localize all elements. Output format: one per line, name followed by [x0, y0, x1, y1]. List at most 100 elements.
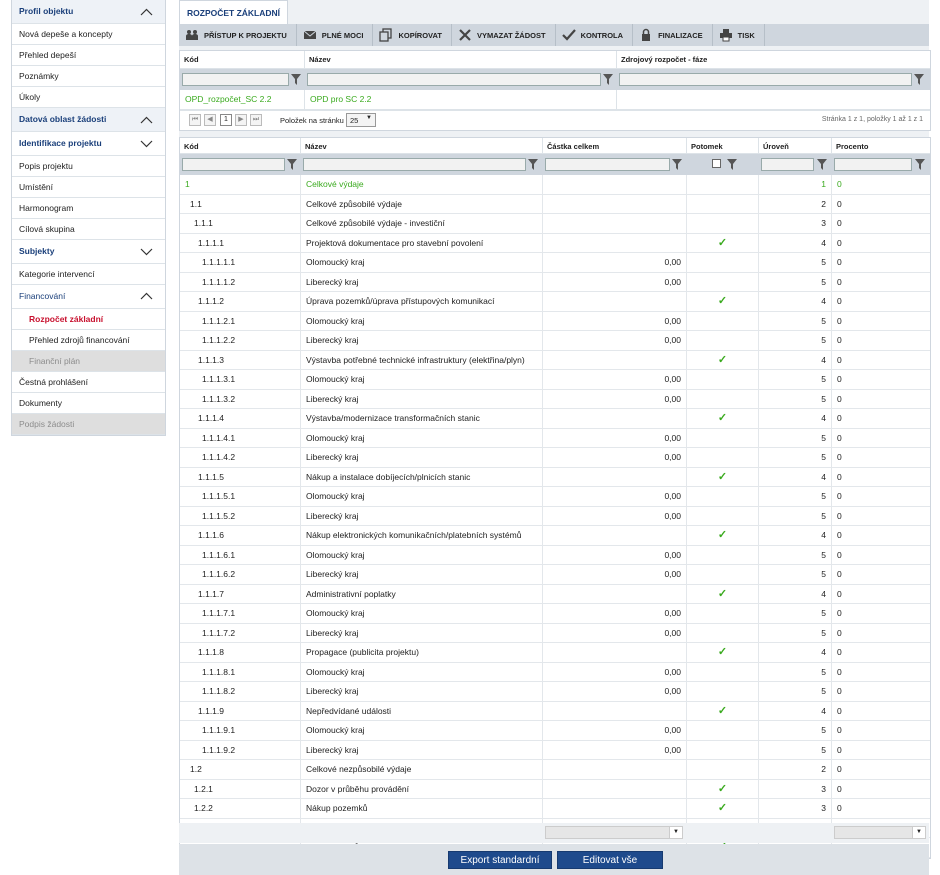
- chevron-down-icon[interactable]: [140, 248, 153, 256]
- tab-rozpocet-zakladni[interactable]: ROZPOČET ZÁKLADNÍ: [179, 0, 289, 25]
- table-row[interactable]: 1.2 Celkové nezpůsobilé výdaje 2 0: [180, 760, 930, 780]
- column-header-faze[interactable]: Zdrojový rozpočet - fáze: [617, 51, 928, 68]
- table-row[interactable]: 1.1.1.6.2 Liberecký kraj 0,00 5 0: [180, 565, 930, 585]
- table-row[interactable]: 1.1 Celkové způsobilé výdaje 2 0: [180, 194, 930, 214]
- pln-moci-button[interactable]: PLNÉ MOCI: [297, 24, 374, 46]
- filter-input-kod[interactable]: [182, 73, 289, 86]
- sidebar-item-subjekty[interactable]: Subjekty: [12, 240, 165, 264]
- column-header-nazev[interactable]: Název: [301, 138, 543, 153]
- table-row[interactable]: 1.1.1.4 Výstavba/modernizace transformačn…: [180, 409, 930, 429]
- table-row[interactable]: 1.1.1.3.1 Olomoucký kraj 0,00 5 0: [180, 370, 930, 390]
- sidebar-item-pozn-mky[interactable]: Poznámky: [12, 66, 165, 87]
- filter-icon[interactable]: [727, 159, 737, 170]
- filter-input-uroven[interactable]: [761, 158, 814, 171]
- last-page-icon[interactable]: ⏭: [250, 114, 262, 126]
- sidebar-item-um-st-n-[interactable]: Umístění: [12, 177, 165, 198]
- table-row[interactable]: 1.1.1.6.1 Olomoucký kraj 0,00 5 0: [180, 545, 930, 565]
- table-row[interactable]: 1.1.1.5 Nákup a instalace dobíjecích/plni…: [180, 467, 930, 487]
- sidebar-item-datov-oblast-dosti[interactable]: Datová oblast žádosti: [12, 108, 165, 132]
- column-header-kod[interactable]: Kód: [180, 51, 305, 68]
- filter-input-kod[interactable]: [182, 158, 285, 171]
- kop-rovat-button[interactable]: KOPÍROVAT: [373, 24, 452, 46]
- table-row[interactable]: 1.1.1.3 Výstavba potřebné technické infra…: [180, 350, 930, 370]
- filter-icon[interactable]: [291, 74, 301, 85]
- sidebar-item-financov-n-[interactable]: Financování: [12, 285, 165, 309]
- table-row[interactable]: 1.1.1.9.2 Liberecký kraj 0,00 5 0: [180, 740, 930, 760]
- filter-input-procento[interactable]: [834, 158, 912, 171]
- prev-page-icon[interactable]: ◀: [204, 114, 216, 126]
- column-header-kod[interactable]: Kód: [180, 138, 301, 153]
- table-row[interactable]: 1.1.1.1 Projektová dokumentace pro staveb…: [180, 233, 930, 253]
- sidebar-item-popis-projektu[interactable]: Popis projektu: [12, 156, 165, 177]
- tisk-button[interactable]: TISK: [713, 24, 765, 46]
- table-row[interactable]: 1.1.1.2 Úprava pozemků/úprava přístupovýc…: [180, 292, 930, 312]
- table-row[interactable]: 1.1.1.7 Administrativní poplatky ✓ 4 0: [180, 584, 930, 604]
- table-row[interactable]: 1.1.1.9.1 Olomoucký kraj 0,00 5 0: [180, 721, 930, 741]
- table-row[interactable]: 1 Celkové výdaje 1 0: [180, 175, 930, 195]
- column-header-nazev[interactable]: Název: [305, 51, 617, 68]
- table-row[interactable]: 1.1.1.7.1 Olomoucký kraj 0,00 5 0: [180, 604, 930, 624]
- finalizace-button[interactable]: FINALIZACE: [633, 24, 713, 46]
- current-page[interactable]: 1: [220, 114, 232, 126]
- chevron-up-icon[interactable]: [140, 8, 153, 16]
- next-page-icon[interactable]: ▶: [235, 114, 247, 126]
- table-row[interactable]: OPD_rozpočet_SC 2.2 OPD pro SC 2.2: [180, 90, 930, 110]
- first-page-icon[interactable]: ⏮: [189, 114, 201, 126]
- table-row[interactable]: 1.1.1.1.2 Liberecký kraj 0,00 5 0: [180, 272, 930, 292]
- chevron-down-icon[interactable]: [140, 140, 153, 148]
- per-page-select[interactable]: 25 ▼: [346, 113, 376, 127]
- sidebar-item-finan-n-pl-n[interactable]: Finanční plán: [12, 351, 165, 372]
- column-header-potomek[interactable]: Potomek: [687, 138, 759, 153]
- table-row[interactable]: 1.1.1.1.1 Olomoucký kraj 0,00 5 0: [180, 253, 930, 273]
- sidebar-item-harmonogram[interactable]: Harmonogram: [12, 198, 165, 219]
- column-header-uroven[interactable]: Úroveň: [759, 138, 832, 153]
- filter-icon[interactable]: [603, 74, 613, 85]
- table-row[interactable]: 1.1.1.2.2 Liberecký kraj 0,00 5 0: [180, 331, 930, 351]
- sidebar-item--koly[interactable]: Úkoly: [12, 87, 165, 108]
- filter-input-nazev[interactable]: [307, 73, 601, 86]
- edit-all-button[interactable]: Editovat vše: [557, 851, 663, 869]
- sidebar-item-p-ehled-zdroj-financov-n-[interactable]: Přehled zdrojů financování: [12, 330, 165, 351]
- sidebar-item-kategorie-intervenc-[interactable]: Kategorie intervencí: [12, 264, 165, 285]
- sidebar-item-nov-depe-e-a-koncepty[interactable]: Nová depeše a koncepty: [12, 24, 165, 45]
- sidebar-item-p-ehled-depe-[interactable]: Přehled depeší: [12, 45, 165, 66]
- footer-select[interactable]: ▼: [545, 826, 683, 839]
- filter-checkbox-potomek[interactable]: [712, 159, 721, 168]
- table-row[interactable]: 1.1.1.3.2 Liberecký kraj 0,00 5 0: [180, 389, 930, 409]
- filter-input-faze[interactable]: [619, 73, 912, 86]
- sidebar-item-c-lov-skupina[interactable]: Cílová skupina: [12, 219, 165, 240]
- sidebar-item-podpis-dosti[interactable]: Podpis žádosti: [12, 414, 165, 435]
- table-row[interactable]: 1.1.1.4.1 Olomoucký kraj 0,00 5 0: [180, 428, 930, 448]
- sidebar-item-profil-objektu[interactable]: Profil objektu: [12, 0, 165, 24]
- vymazat-dost-button[interactable]: VYMAZAT ŽÁDOST: [452, 24, 556, 46]
- p-stup-k-projektu-button[interactable]: PŘÍSTUP K PROJEKTU: [179, 24, 297, 46]
- table-row[interactable]: 1.1.1.6 Nákup elektronických komunikačníc…: [180, 526, 930, 546]
- table-row[interactable]: 1.1.1.8 Propagace (publicita projektu) ✓ 4 0: [180, 643, 930, 663]
- table-row[interactable]: 1.1.1.7.2 Liberecký kraj 0,00 5 0: [180, 623, 930, 643]
- table-row[interactable]: 1.1.1 Celkové způsobilé výdaje - investič…: [180, 214, 930, 234]
- filter-icon[interactable]: [287, 159, 297, 170]
- chevron-up-icon[interactable]: [140, 116, 153, 124]
- table-row[interactable]: 1.1.1.5.2 Liberecký kraj 0,00 5 0: [180, 506, 930, 526]
- filter-input-castka[interactable]: [545, 158, 670, 171]
- sidebar-item-rozpo-et-z-kladn-[interactable]: Rozpočet základní: [12, 309, 165, 330]
- filter-icon[interactable]: [817, 159, 827, 170]
- sidebar-item-identifikace-projektu[interactable]: Identifikace projektu: [12, 132, 165, 156]
- table-row[interactable]: 1.1.1.2.1 Olomoucký kraj 0,00 5 0: [180, 311, 930, 331]
- chevron-up-icon[interactable]: [140, 292, 153, 300]
- filter-icon[interactable]: [914, 74, 924, 85]
- table-row[interactable]: 1.1.1.9 Nepředvídané události ✓ 4 0: [180, 701, 930, 721]
- kontrola-button[interactable]: KONTROLA: [556, 24, 634, 46]
- export-button[interactable]: Export standardní: [448, 851, 552, 869]
- column-header-castka[interactable]: Částka celkem: [543, 138, 687, 153]
- table-row[interactable]: 1.1.1.8.1 Olomoucký kraj 0,00 5 0: [180, 662, 930, 682]
- table-row[interactable]: 1.2.2 Nákup pozemků ✓ 3 0: [180, 799, 930, 819]
- filter-icon[interactable]: [915, 159, 925, 170]
- sidebar-item-dokumenty[interactable]: Dokumenty: [12, 393, 165, 414]
- table-row[interactable]: 1.1.1.5.1 Olomoucký kraj 0,00 5 0: [180, 487, 930, 507]
- filter-icon[interactable]: [528, 159, 538, 170]
- table-row[interactable]: 1.2.1 Dozor v průběhu provádění ✓ 3 0: [180, 779, 930, 799]
- table-row[interactable]: 1.1.1.8.2 Liberecký kraj 0,00 5 0: [180, 682, 930, 702]
- filter-input-nazev[interactable]: [303, 158, 526, 171]
- footer-select[interactable]: ▼: [834, 826, 926, 839]
